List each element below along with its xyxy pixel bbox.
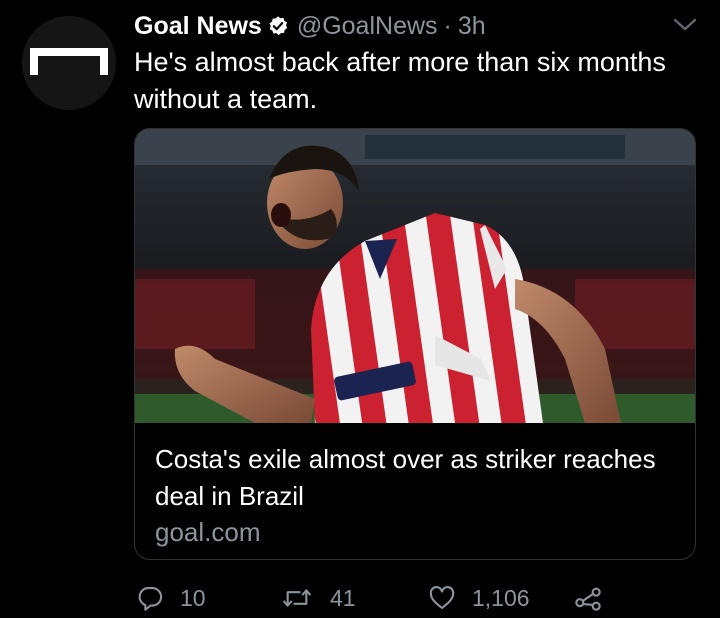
avatar[interactable] xyxy=(22,16,116,110)
retweet-count: 41 xyxy=(330,584,356,611)
author-handle[interactable]: @GoalNews xyxy=(297,12,438,41)
reply-icon xyxy=(138,587,163,611)
separator-dot: · xyxy=(443,11,452,40)
chevron-down-icon[interactable] xyxy=(672,16,698,34)
share-icon xyxy=(575,587,601,611)
tweet-actions: 10 41 1,106 xyxy=(134,582,694,614)
retweet-button[interactable]: 41 xyxy=(280,582,356,614)
like-count: 1,106 xyxy=(472,584,530,611)
author-name[interactable]: Goal News xyxy=(134,12,262,41)
verified-badge-icon xyxy=(267,15,289,37)
card-image[interactable] xyxy=(135,129,695,423)
like-button[interactable]: 1,106 xyxy=(428,582,530,614)
card-title[interactable]: Costa's exile almost over as striker rea… xyxy=(155,441,675,515)
heart-icon xyxy=(429,586,455,609)
link-card[interactable]: Costa's exile almost over as striker rea… xyxy=(134,128,696,560)
card-domain: goal.com xyxy=(155,517,261,547)
share-button[interactable] xyxy=(574,582,602,614)
card-photo xyxy=(135,129,695,423)
tweet-timestamp[interactable]: 3h xyxy=(458,12,486,41)
goal-logo-icon xyxy=(22,16,116,110)
retweet-icon xyxy=(282,589,312,607)
reply-button[interactable]: 10 xyxy=(136,582,206,614)
reply-count: 10 xyxy=(180,584,206,611)
tweet-header: Goal News @GoalNews · 3h xyxy=(134,8,486,44)
tweet-text: He's almost back after more than six mon… xyxy=(134,47,666,114)
